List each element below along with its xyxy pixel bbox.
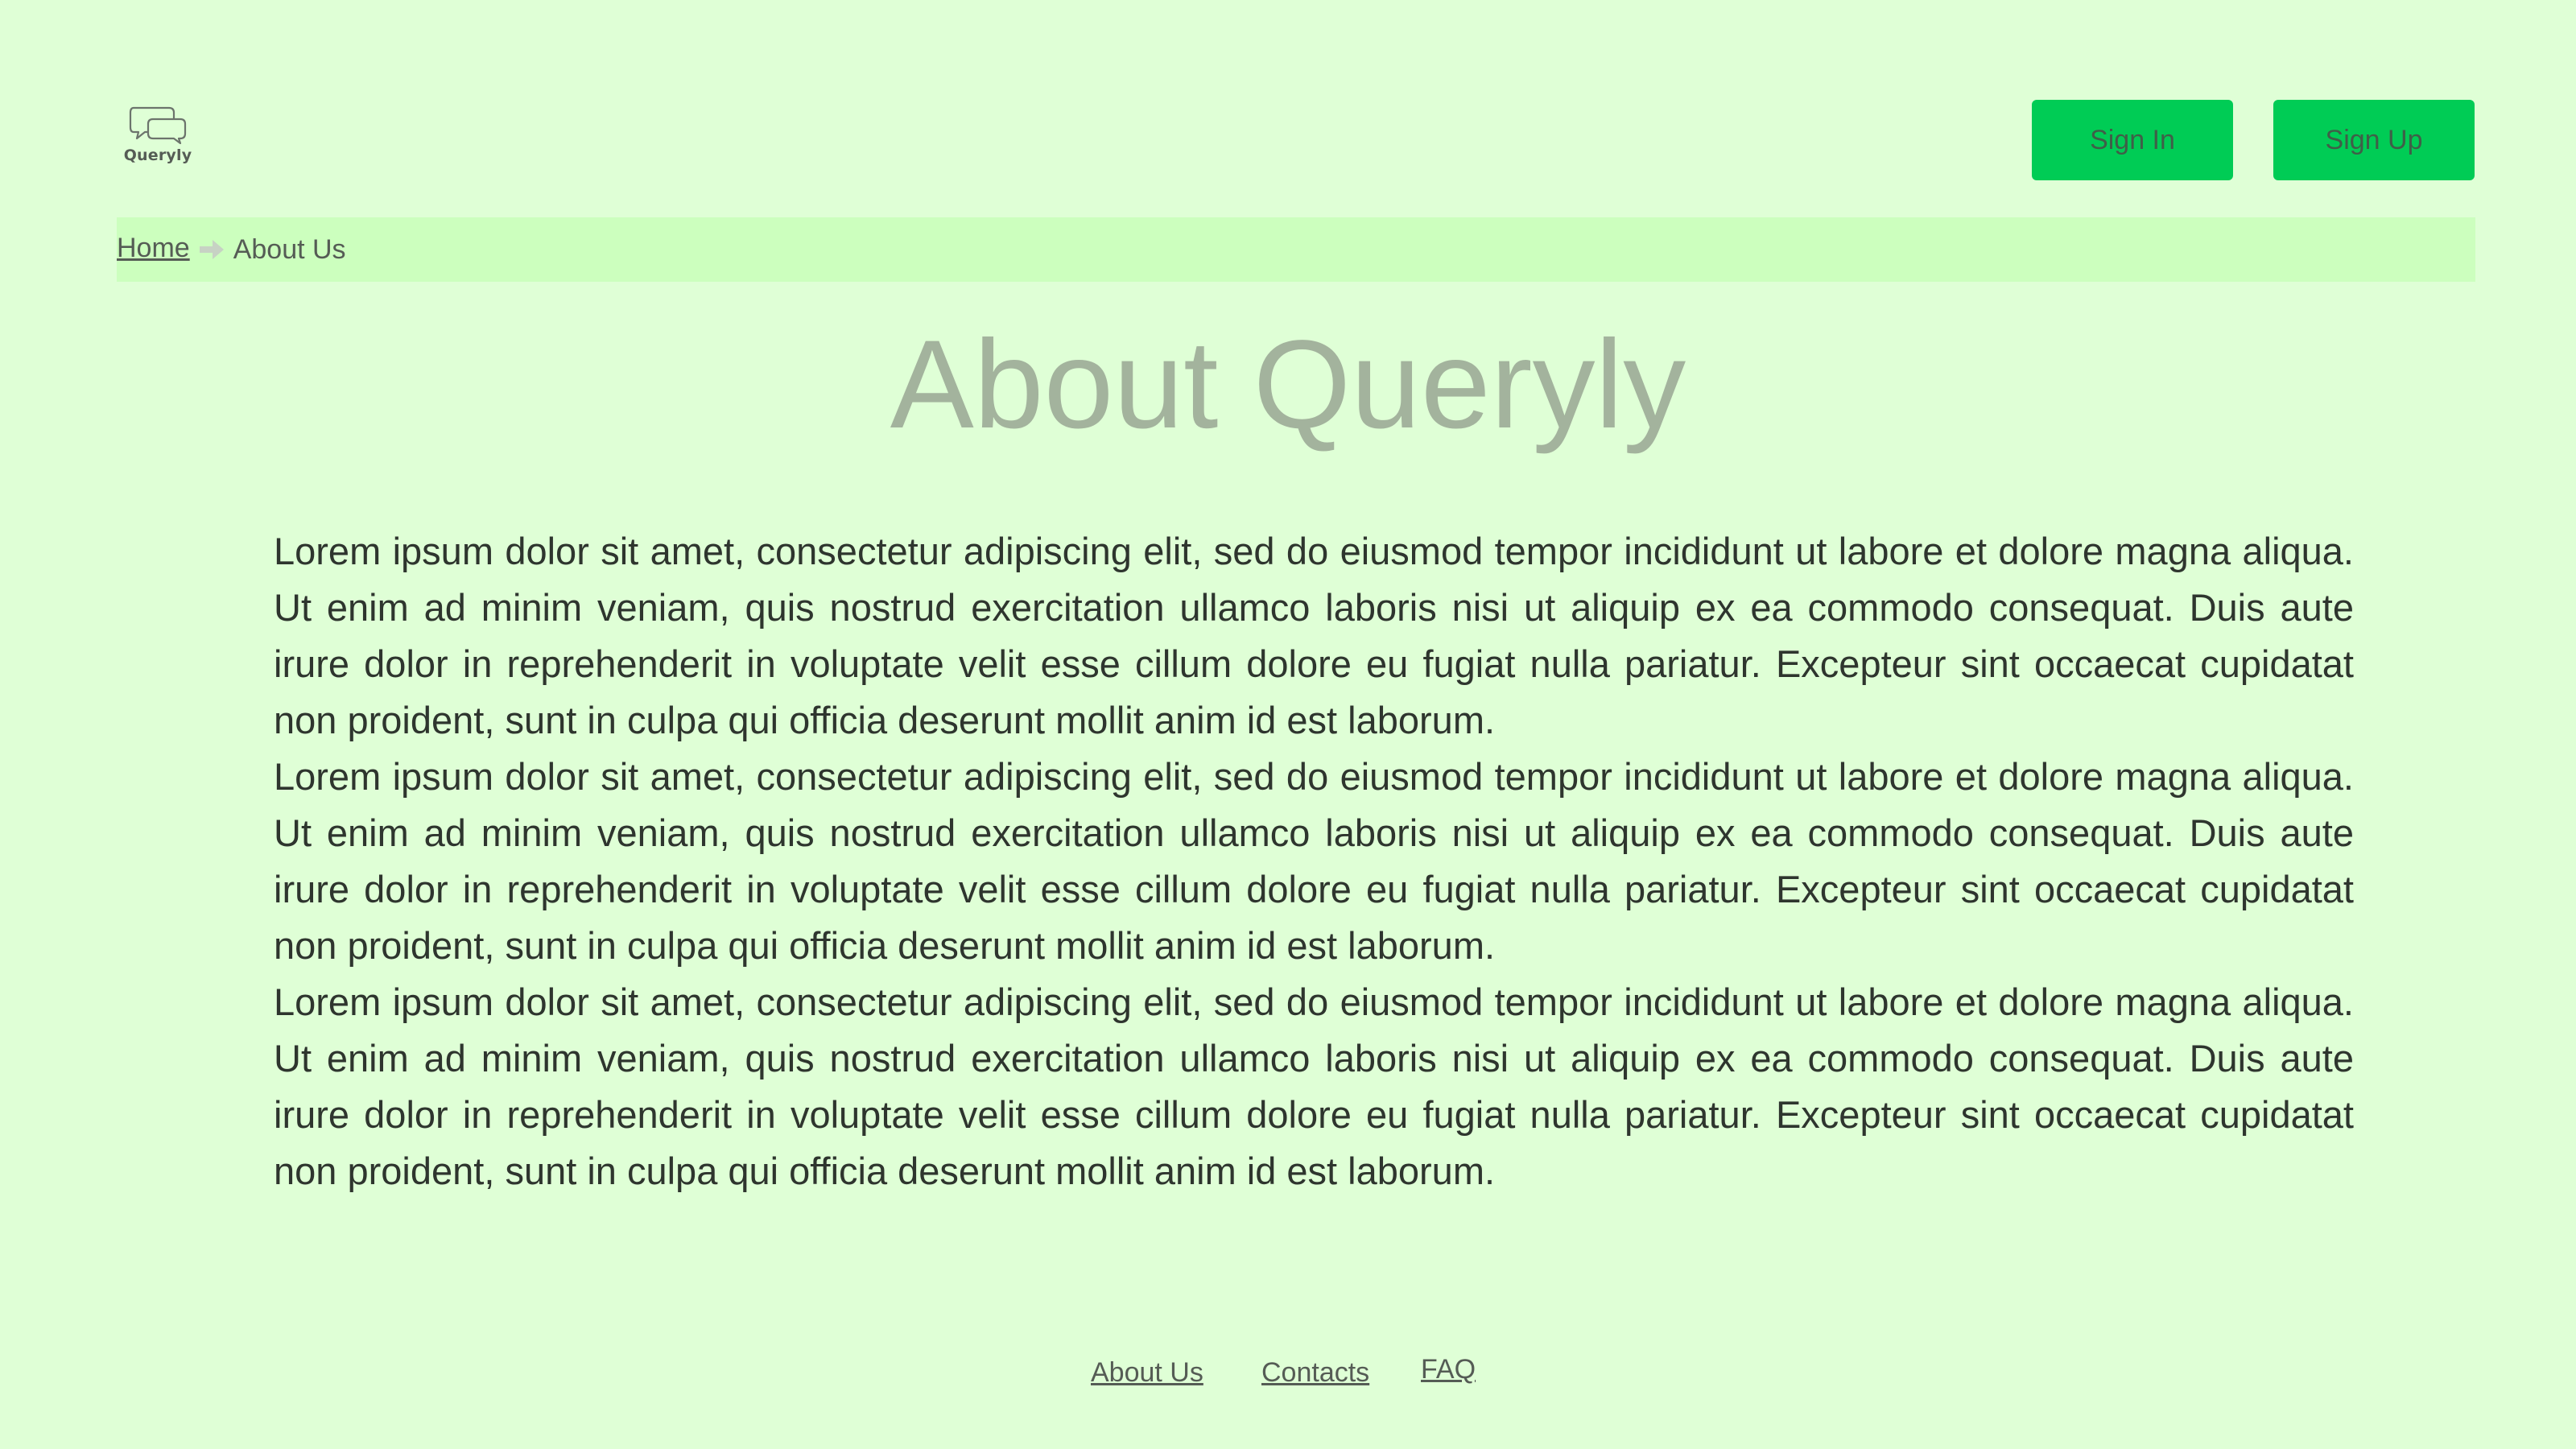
- page-title: About Queryly: [890, 315, 1686, 455]
- breadcrumb-current: About Us: [233, 233, 346, 265]
- paragraph: Lorem ipsum dolor sit amet, consectetur …: [274, 980, 2354, 1192]
- footer-link-about-us[interactable]: About Us: [1091, 1357, 1203, 1389]
- logo-text: Queryly: [123, 147, 192, 164]
- arrow-right-icon: [198, 237, 225, 262]
- logo-link[interactable]: Queryly: [124, 105, 192, 169]
- site-header: Queryly Sign In Sign Up: [0, 0, 2576, 209]
- sign-in-button[interactable]: Sign In: [2032, 100, 2233, 180]
- sign-up-button[interactable]: Sign Up: [2273, 100, 2475, 180]
- footer-link-contacts[interactable]: Contacts: [1261, 1357, 1369, 1389]
- breadcrumb: Home About Us: [117, 217, 2475, 282]
- chat-bubbles-icon: [129, 106, 187, 145]
- paragraph: Lorem ipsum dolor sit amet, consectetur …: [274, 755, 2354, 967]
- about-text: Lorem ipsum dolor sit amet, consectetur …: [274, 523, 2354, 1199]
- footer-link-faq[interactable]: FAQ: [1421, 1354, 1476, 1385]
- breadcrumb-home-link[interactable]: Home: [117, 233, 190, 264]
- site-footer: About Us Contacts FAQ: [0, 1349, 2576, 1397]
- paragraph: Lorem ipsum dolor sit amet, consectetur …: [274, 530, 2354, 741]
